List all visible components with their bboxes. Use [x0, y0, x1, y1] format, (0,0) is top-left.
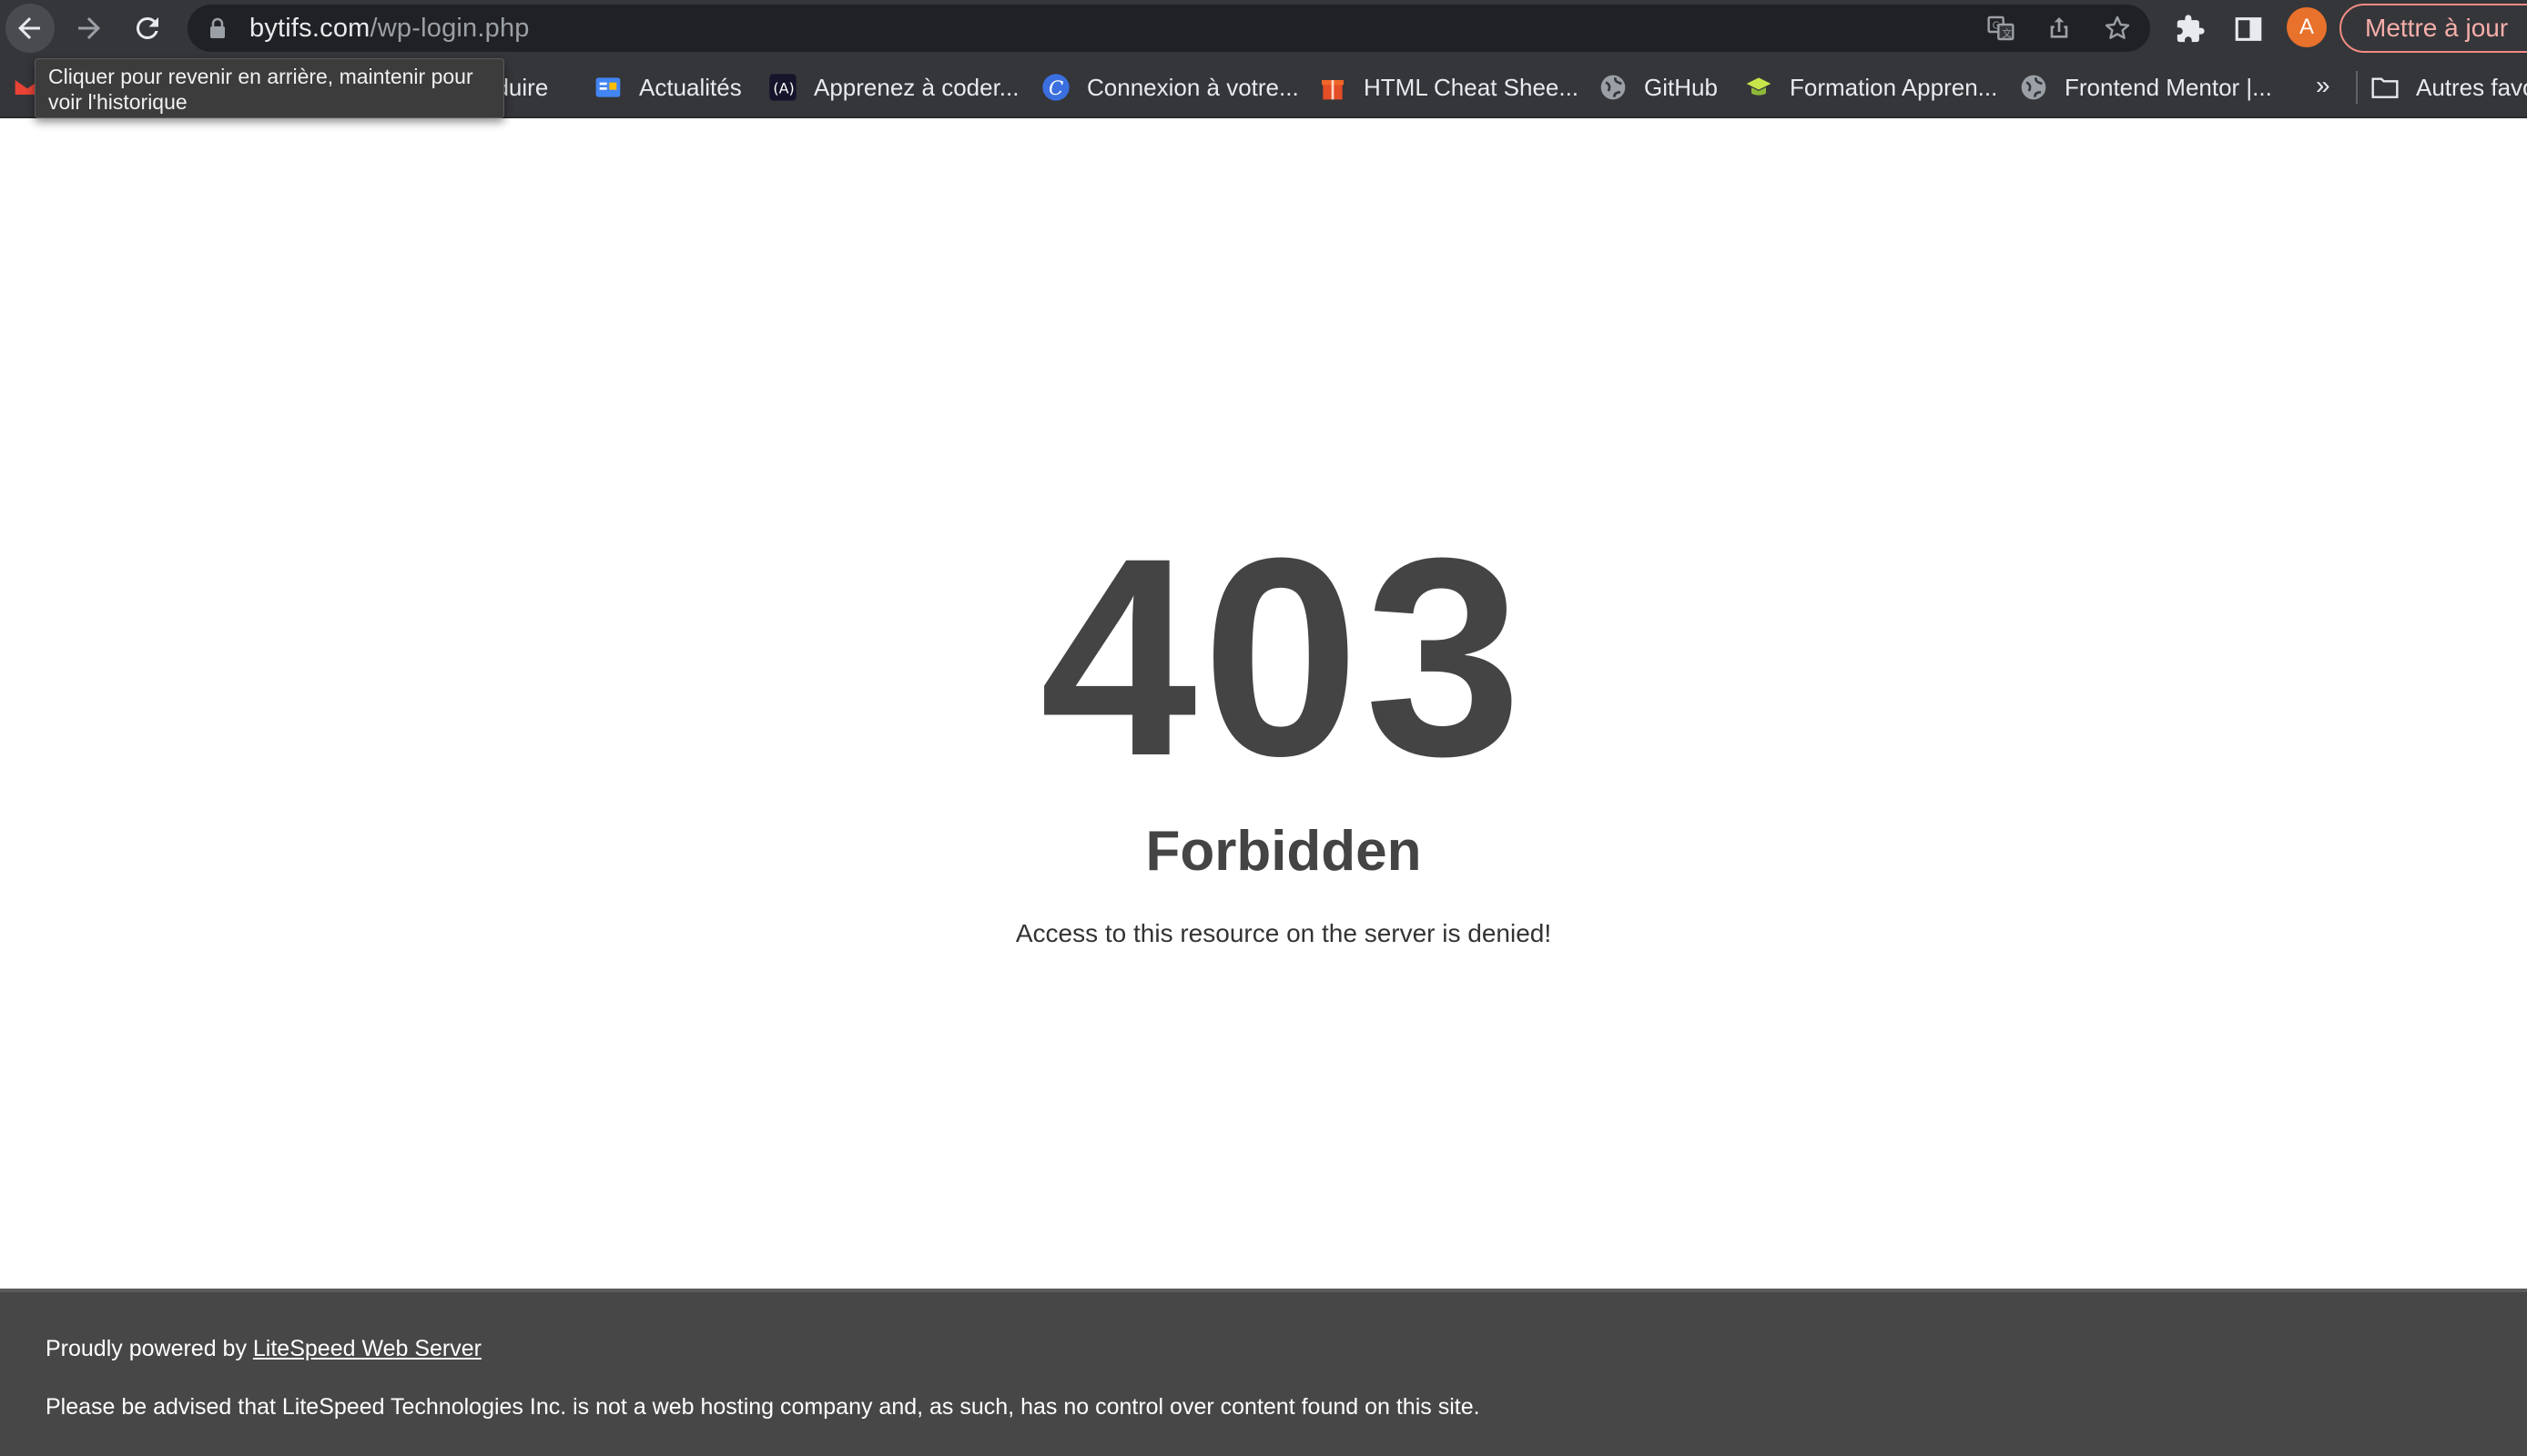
graduation-icon: [1744, 73, 1773, 102]
side-panel-icon: [2235, 17, 2262, 41]
html-gift-icon: [1318, 73, 1347, 102]
update-button[interactable]: Mettre à jour: [2339, 4, 2527, 53]
url-host: bytifs.com: [249, 14, 370, 43]
browser-toolbar: bytifs.com/wp-login.php G文 A Mettre à jo…: [0, 0, 2527, 56]
bookmarks-divider: [2356, 71, 2358, 104]
error-code: 403: [1040, 499, 1527, 814]
svg-text:G: G: [1993, 20, 2000, 32]
back-button[interactable]: [0, 0, 58, 56]
profile-avatar[interactable]: A: [2287, 7, 2327, 47]
folder-icon: [2370, 73, 2400, 102]
bookmark-label: Connexion à votre...: [1087, 73, 1299, 101]
globe-icon: [1598, 73, 1628, 102]
bookmark-frontend-mentor[interactable]: Frontend Mentor |...: [2019, 69, 2272, 106]
back-arrow-icon: [18, 17, 40, 39]
more-bookmarks-chevron-icon[interactable]: »: [2316, 71, 2330, 100]
puzzle-icon: [2177, 15, 2205, 43]
bookmark-label: Autres favo: [2416, 73, 2527, 101]
share-icon: [2050, 17, 2068, 38]
lock-icon[interactable]: [208, 17, 228, 39]
bookmark-github[interactable]: GitHub: [1598, 69, 1718, 106]
bookmark-connexion[interactable]: C Connexion à votre...: [1041, 69, 1299, 106]
bookmark-other-folder[interactable]: Autres favo: [2370, 69, 2527, 106]
error-title: Forbidden: [1145, 820, 1422, 883]
google-news-icon: [594, 73, 623, 102]
reload-button[interactable]: [118, 0, 177, 56]
forward-arrow-icon: [78, 17, 100, 39]
error-message: Access to this resource on the server is…: [1015, 919, 1552, 947]
back-button-tooltip: Cliquer pour revenir en arrière, mainten…: [35, 58, 504, 118]
extensions-button[interactable]: [2172, 11, 2208, 47]
url-text[interactable]: bytifs.com/wp-login.php: [249, 5, 530, 52]
side-panel-button[interactable]: [2230, 11, 2267, 47]
star-icon: [2105, 15, 2130, 39]
svg-text:C: C: [1049, 77, 1063, 100]
bookmark-formation[interactable]: Formation Appren...: [1744, 69, 1997, 106]
bookmark-label: Actualités: [639, 73, 742, 101]
bookmark-label: Apprenez à coder...: [814, 73, 1020, 101]
translate-button[interactable]: G文: [1984, 12, 2017, 45]
page-content: 403 Forbidden Access to this resource on…: [0, 120, 2527, 1289]
bookmark-label: Formation Appren...: [1790, 73, 1998, 101]
bookmark-apprenez[interactable]: (A) Apprenez à coder...: [768, 69, 1019, 106]
url-path: /wp-login.php: [370, 14, 530, 43]
powered-by-text: Proudly powered by: [46, 1336, 253, 1361]
globe-icon: [2019, 73, 2048, 102]
address-bar[interactable]: bytifs.com/wp-login.php G文: [188, 5, 2150, 52]
share-button[interactable]: [2043, 12, 2075, 45]
page-footer: Proudly powered by LiteSpeed Web Server …: [0, 1289, 2527, 1456]
bookmark-html-cheat[interactable]: HTML Cheat Shee...: [1318, 69, 1578, 106]
powered-by-line: Proudly powered by LiteSpeed Web Server: [46, 1336, 482, 1362]
litespeed-link[interactable]: LiteSpeed Web Server: [253, 1336, 482, 1361]
svg-text:文: 文: [2002, 27, 2012, 39]
forward-button[interactable]: [60, 0, 118, 56]
bookmark-label: Frontend Mentor |...: [2065, 73, 2272, 101]
svg-text:(A): (A): [773, 80, 794, 97]
bookmark-label: HTML Cheat Shee...: [1364, 73, 1579, 101]
code-icon: (A): [768, 73, 797, 102]
reload-icon: [136, 16, 158, 39]
bookmark-star-button[interactable]: [2101, 12, 2134, 45]
translate-icon: G文: [1987, 15, 2014, 41]
c-logo-icon: C: [1041, 73, 1071, 102]
bookmark-actualites[interactable]: Actualités: [594, 69, 742, 106]
footer-disclaimer: Please be advised that LiteSpeed Technol…: [46, 1394, 1480, 1420]
bookmark-label: GitHub: [1644, 73, 1718, 101]
